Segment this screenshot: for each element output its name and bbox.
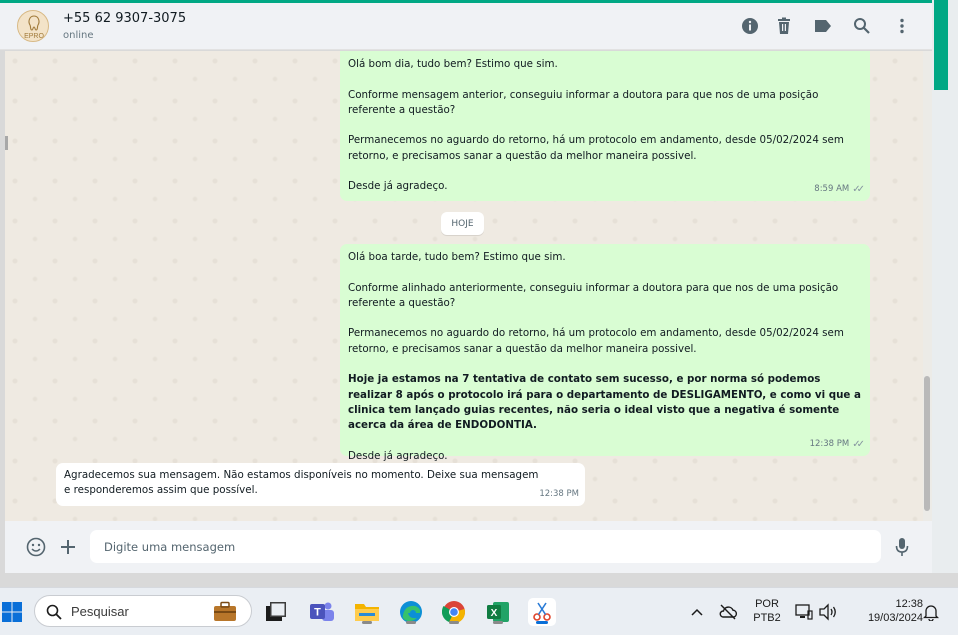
- trash-icon[interactable]: [774, 16, 794, 36]
- message-text: Permanecemos no aguardo do retorno, há u…: [348, 134, 844, 162]
- running-indicator: [493, 621, 503, 624]
- message-time: 8:59 AM: [814, 183, 850, 194]
- attach-plus-icon[interactable]: [58, 537, 78, 557]
- chrome-icon[interactable]: [440, 598, 468, 626]
- edge-icon[interactable]: [397, 598, 425, 626]
- read-receipt-icon: ✓✓: [852, 183, 865, 195]
- avatar[interactable]: EPRO: [17, 10, 49, 42]
- taskbar-search[interactable]: Pesquisar: [34, 595, 252, 627]
- search-icon[interactable]: [852, 16, 872, 36]
- start-icon[interactable]: [0, 598, 26, 626]
- window-right-edge: [932, 0, 958, 575]
- message-bubble-outgoing[interactable]: Olá bom dia, tudo bem? Estimo que sim. C…: [340, 51, 870, 201]
- snipping-tool-icon[interactable]: [528, 598, 556, 626]
- svg-text:X: X: [491, 608, 498, 619]
- taskbar: Pesquisar T X POR PTB2 12:38 19/03/2024: [0, 587, 958, 635]
- notification-bell-icon[interactable]: [917, 598, 945, 626]
- search-icon: [46, 604, 62, 620]
- left-scroll-marker: [5, 136, 8, 150]
- message-text-bold: Hoje ja estamos na 7 tentativa de contat…: [348, 373, 861, 432]
- message-bubble-outgoing[interactable]: Olá boa tarde, tudo bem? Estimo que sim.…: [340, 244, 870, 462]
- menu-icon[interactable]: [892, 16, 912, 36]
- message-text: Agradecemos sua mensagem. Não estamos di…: [64, 469, 539, 497]
- clock[interactable]: 12:38 19/03/2024: [845, 597, 923, 625]
- label-icon[interactable]: [813, 16, 833, 36]
- contact-name[interactable]: +55 62 9307-3075: [63, 11, 186, 26]
- message-text: Desde já agradeço.: [348, 449, 448, 462]
- message-meta: 12:38 PM: [539, 487, 579, 502]
- message-text: Olá bom dia, tudo bem? Estimo que sim.: [348, 58, 558, 70]
- running-indicator-active: [536, 621, 548, 624]
- language-code: POR: [755, 598, 779, 610]
- desktop-gap: [0, 573, 958, 587]
- message-text: Permanecemos no aguardo do retorno, há u…: [348, 327, 844, 355]
- day-separator: HOJE: [441, 212, 484, 235]
- chat-header: EPRO +55 62 9307-3075 online: [0, 3, 932, 50]
- message-text: Desde já agradeço.: [348, 180, 448, 193]
- keyboard-layout: PTB2: [753, 612, 781, 624]
- contact-status: online: [63, 30, 94, 41]
- briefcase-icon: [214, 601, 236, 621]
- chevron-up-icon[interactable]: [683, 598, 711, 626]
- message-time: 12:38 PM: [539, 488, 579, 499]
- message-text: Conforme mensagem anterior, conseguiu in…: [348, 88, 819, 116]
- volume-icon[interactable]: [814, 598, 842, 626]
- message-text: Olá boa tarde, tudo bem? Estimo que sim.: [348, 251, 566, 263]
- microphone-icon[interactable]: [892, 537, 912, 557]
- chat-panel[interactable]: Olá bom dia, tudo bem? Estimo que sim. C…: [5, 51, 932, 521]
- clock-date: 19/03/2024: [867, 612, 923, 624]
- emoji-icon[interactable]: [26, 537, 46, 557]
- task-view-icon[interactable]: [262, 598, 290, 626]
- svg-text:T: T: [314, 607, 321, 619]
- keyboard-language[interactable]: POR PTB2: [750, 597, 784, 625]
- file-explorer-icon[interactable]: [353, 598, 381, 626]
- message-meta: 8:59 AM ✓✓: [814, 182, 865, 197]
- message-text: Conforme alinhado anteriormente, consegu…: [348, 281, 839, 309]
- info-icon[interactable]: [740, 16, 760, 36]
- running-indicator: [449, 621, 459, 624]
- cloud-offline-icon[interactable]: [714, 598, 742, 626]
- message-input[interactable]: [90, 530, 881, 563]
- message-meta: 12:38 PM ✓✓: [809, 437, 865, 452]
- running-indicator: [406, 621, 416, 624]
- running-indicator: [362, 621, 372, 624]
- clock-time: 12:38: [895, 598, 923, 610]
- message-time: 12:38 PM: [809, 438, 850, 449]
- avatar-logo-icon: EPRO: [24, 15, 44, 40]
- teams-icon[interactable]: T: [308, 598, 336, 626]
- message-composer: [5, 521, 932, 573]
- read-receipt-icon: ✓✓: [852, 438, 865, 450]
- scrollbar-thumb[interactable]: [924, 376, 930, 511]
- svg-text:EPRO: EPRO: [24, 33, 44, 40]
- right-accent-bar: [934, 0, 948, 90]
- excel-icon[interactable]: X: [484, 598, 512, 626]
- message-bubble-incoming[interactable]: Agradecemos sua mensagem. Não estamos di…: [56, 463, 585, 506]
- search-label: Pesquisar: [71, 604, 129, 619]
